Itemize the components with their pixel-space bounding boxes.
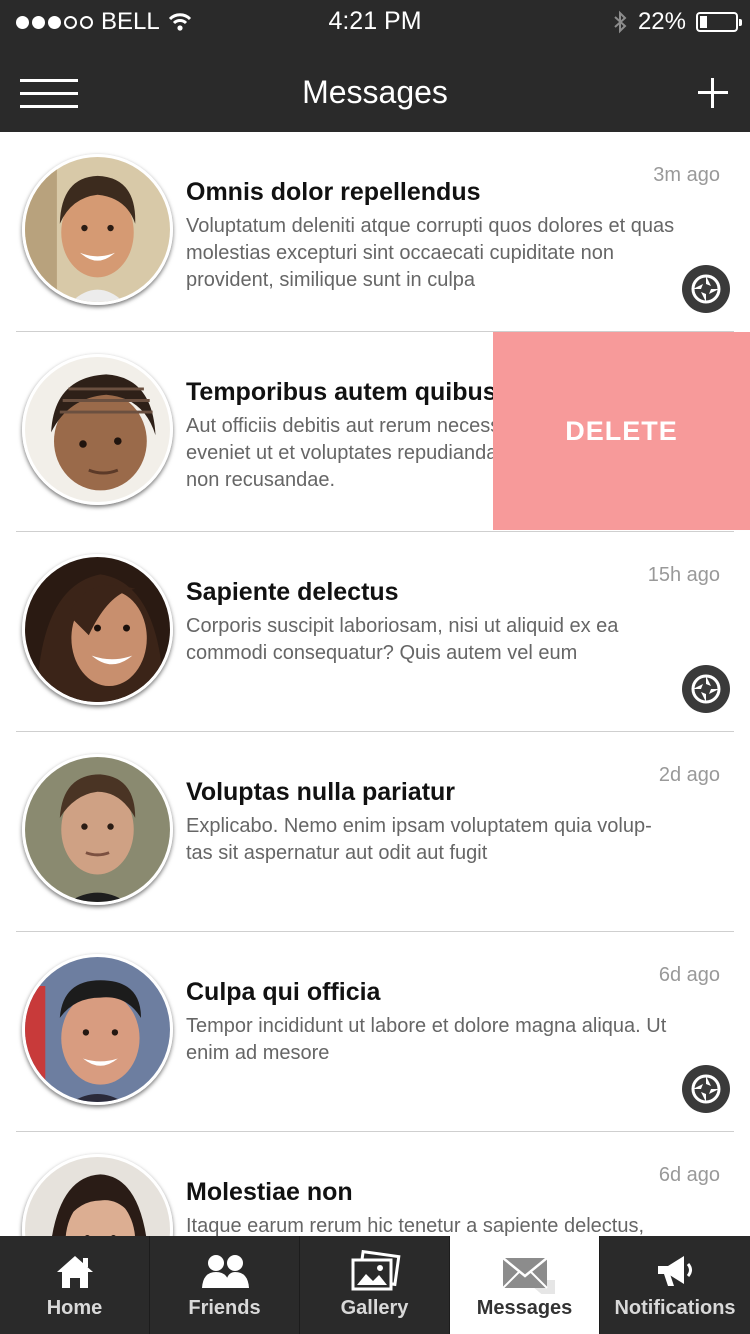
message-row[interactable]: Omnis dolor repellendus Voluptatum delen… [0,132,750,332]
avatar [22,954,173,1105]
avatar [22,354,173,505]
message-time: 3m ago [653,164,720,186]
message-preview: Explicabo. Nemo enim ipsam voluptatem qu… [186,815,652,864]
sender-name: Sapiente delectus [186,578,399,606]
battery-icon [696,12,742,32]
message-row[interactable]: Voluptas nulla pariatur Explicabo. Nemo … [0,732,750,932]
battery-percent: 22% [637,8,686,35]
message-time: 2d ago [658,764,720,786]
avatar [22,1154,173,1236]
shutter-icon[interactable] [682,1065,730,1113]
tab-home[interactable]: Home [0,1236,150,1334]
bluetooth-icon [614,10,627,34]
status-right: 22% [612,8,742,36]
message-row[interactable]: Temporibus autem quibusdam Aut officiis … [0,332,750,532]
message-time: 15h ago [647,564,720,586]
sender-name: Omnis dolor repellendus [186,178,481,206]
delete-button[interactable]: DELETE [493,332,750,530]
tab-bar: Home Friends Gallery Messages Notificati… [0,1236,750,1334]
message-row[interactable]: Molestiae non Itaque earum rerum hic ten… [0,1132,750,1236]
message-preview: Voluptatum deleniti atque corrupti quos … [186,215,675,291]
home-icon [56,1256,93,1288]
shutter-icon[interactable] [682,265,730,313]
gallery-icon [351,1250,400,1291]
tab-gallery[interactable]: Gallery [300,1236,450,1334]
add-message-button[interactable] [696,76,730,110]
tab-label: Messages [476,1297,573,1319]
avatar [22,554,173,705]
message-preview: Tempor incididunt ut labore et dolore ma… [186,1015,667,1064]
sender-name: Voluptas nulla pariatur [186,778,456,806]
message-list: Omnis dolor repellendus Voluptatum delen… [0,132,750,1236]
message-preview: Itaque earum rerum hic tenetur a sapient… [186,1215,645,1236]
tab-label: Home [46,1297,103,1319]
nav-bar: Messages [0,42,750,132]
message-time: 6d ago [658,1164,720,1186]
message-time: 6d ago [658,964,720,986]
tab-label: Friends [188,1297,261,1319]
message-preview: Corporis suscipit laboriosam, nisi ut al… [186,615,619,664]
message-row[interactable]: Sapiente delectus Corporis suscipit labo… [0,532,750,732]
tab-notifications[interactable]: Notifications [600,1236,750,1334]
avatar [22,154,173,305]
megaphone-icon [658,1256,692,1286]
message-row[interactable]: Culpa qui officia Tempor incididunt ut l… [0,932,750,1132]
friends-icon [201,1255,249,1288]
page-title: Messages [302,74,448,110]
tab-label: Gallery [340,1297,409,1319]
status-bar: BELL 4:21 PM 22% [0,0,750,42]
tab-messages[interactable]: Messages [450,1236,600,1334]
envelope-icon [501,1257,555,1294]
tab-label: Notifications [614,1297,736,1319]
avatar [22,754,173,905]
shutter-icon[interactable] [682,665,730,713]
sender-name: Culpa qui officia [186,978,381,1006]
tab-friends[interactable]: Friends [150,1236,300,1334]
sender-name: Molestiae non [186,1178,353,1206]
